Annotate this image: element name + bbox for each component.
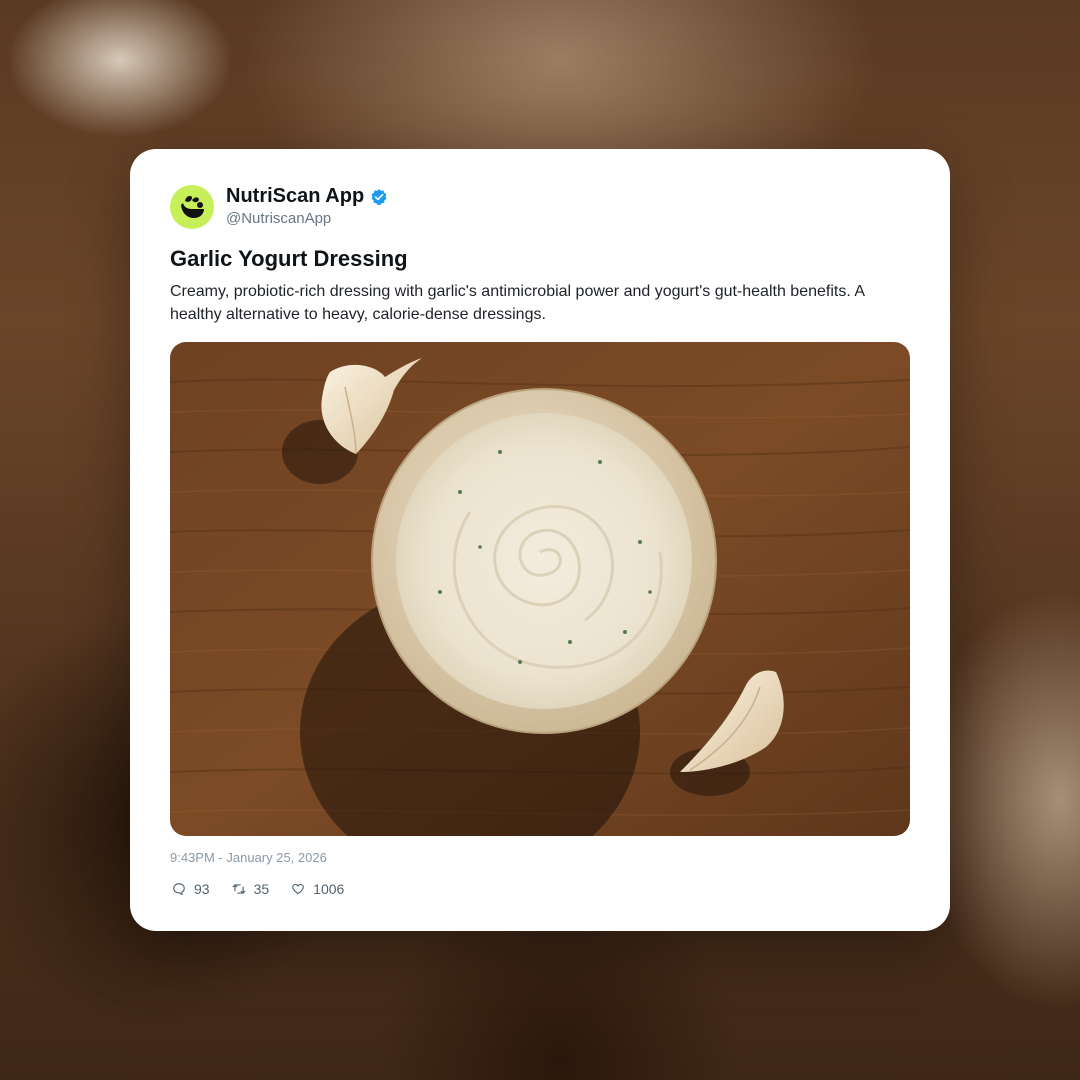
comment-icon bbox=[173, 883, 185, 896]
post-card: NutriScan App @NutriscanApp Garlic Yogur… bbox=[130, 149, 950, 931]
verified-badge-icon bbox=[371, 188, 387, 205]
like-count: 1006 bbox=[313, 881, 345, 897]
display-name[interactable]: NutriScan App bbox=[226, 185, 364, 208]
post-description: Creamy, probiotic-rich dressing with gar… bbox=[170, 283, 865, 323]
post-image[interactable] bbox=[170, 342, 910, 836]
post-timestamp: 9:43PM - January 25, 2026 bbox=[170, 850, 327, 865]
author-name-row: NutriScan App bbox=[226, 185, 388, 208]
avatar[interactable] bbox=[170, 185, 214, 229]
user-handle[interactable]: @NutriscanApp bbox=[226, 210, 331, 227]
engagement-bar: 93 35 1006 bbox=[172, 881, 366, 897]
retweet-count: 35 bbox=[253, 881, 270, 897]
retweet-button[interactable]: 35 bbox=[232, 881, 270, 897]
reply-count: 93 bbox=[194, 881, 210, 897]
nutriscan-logo-icon bbox=[181, 196, 204, 218]
retweet-icon bbox=[232, 884, 245, 894]
reply-button[interactable]: 93 bbox=[172, 881, 210, 897]
post-title: Garlic Yogurt Dressing bbox=[170, 246, 408, 271]
garlic-yogurt-dressing-photo bbox=[170, 342, 910, 836]
heart-icon bbox=[292, 883, 304, 895]
like-button[interactable]: 1006 bbox=[291, 881, 344, 897]
